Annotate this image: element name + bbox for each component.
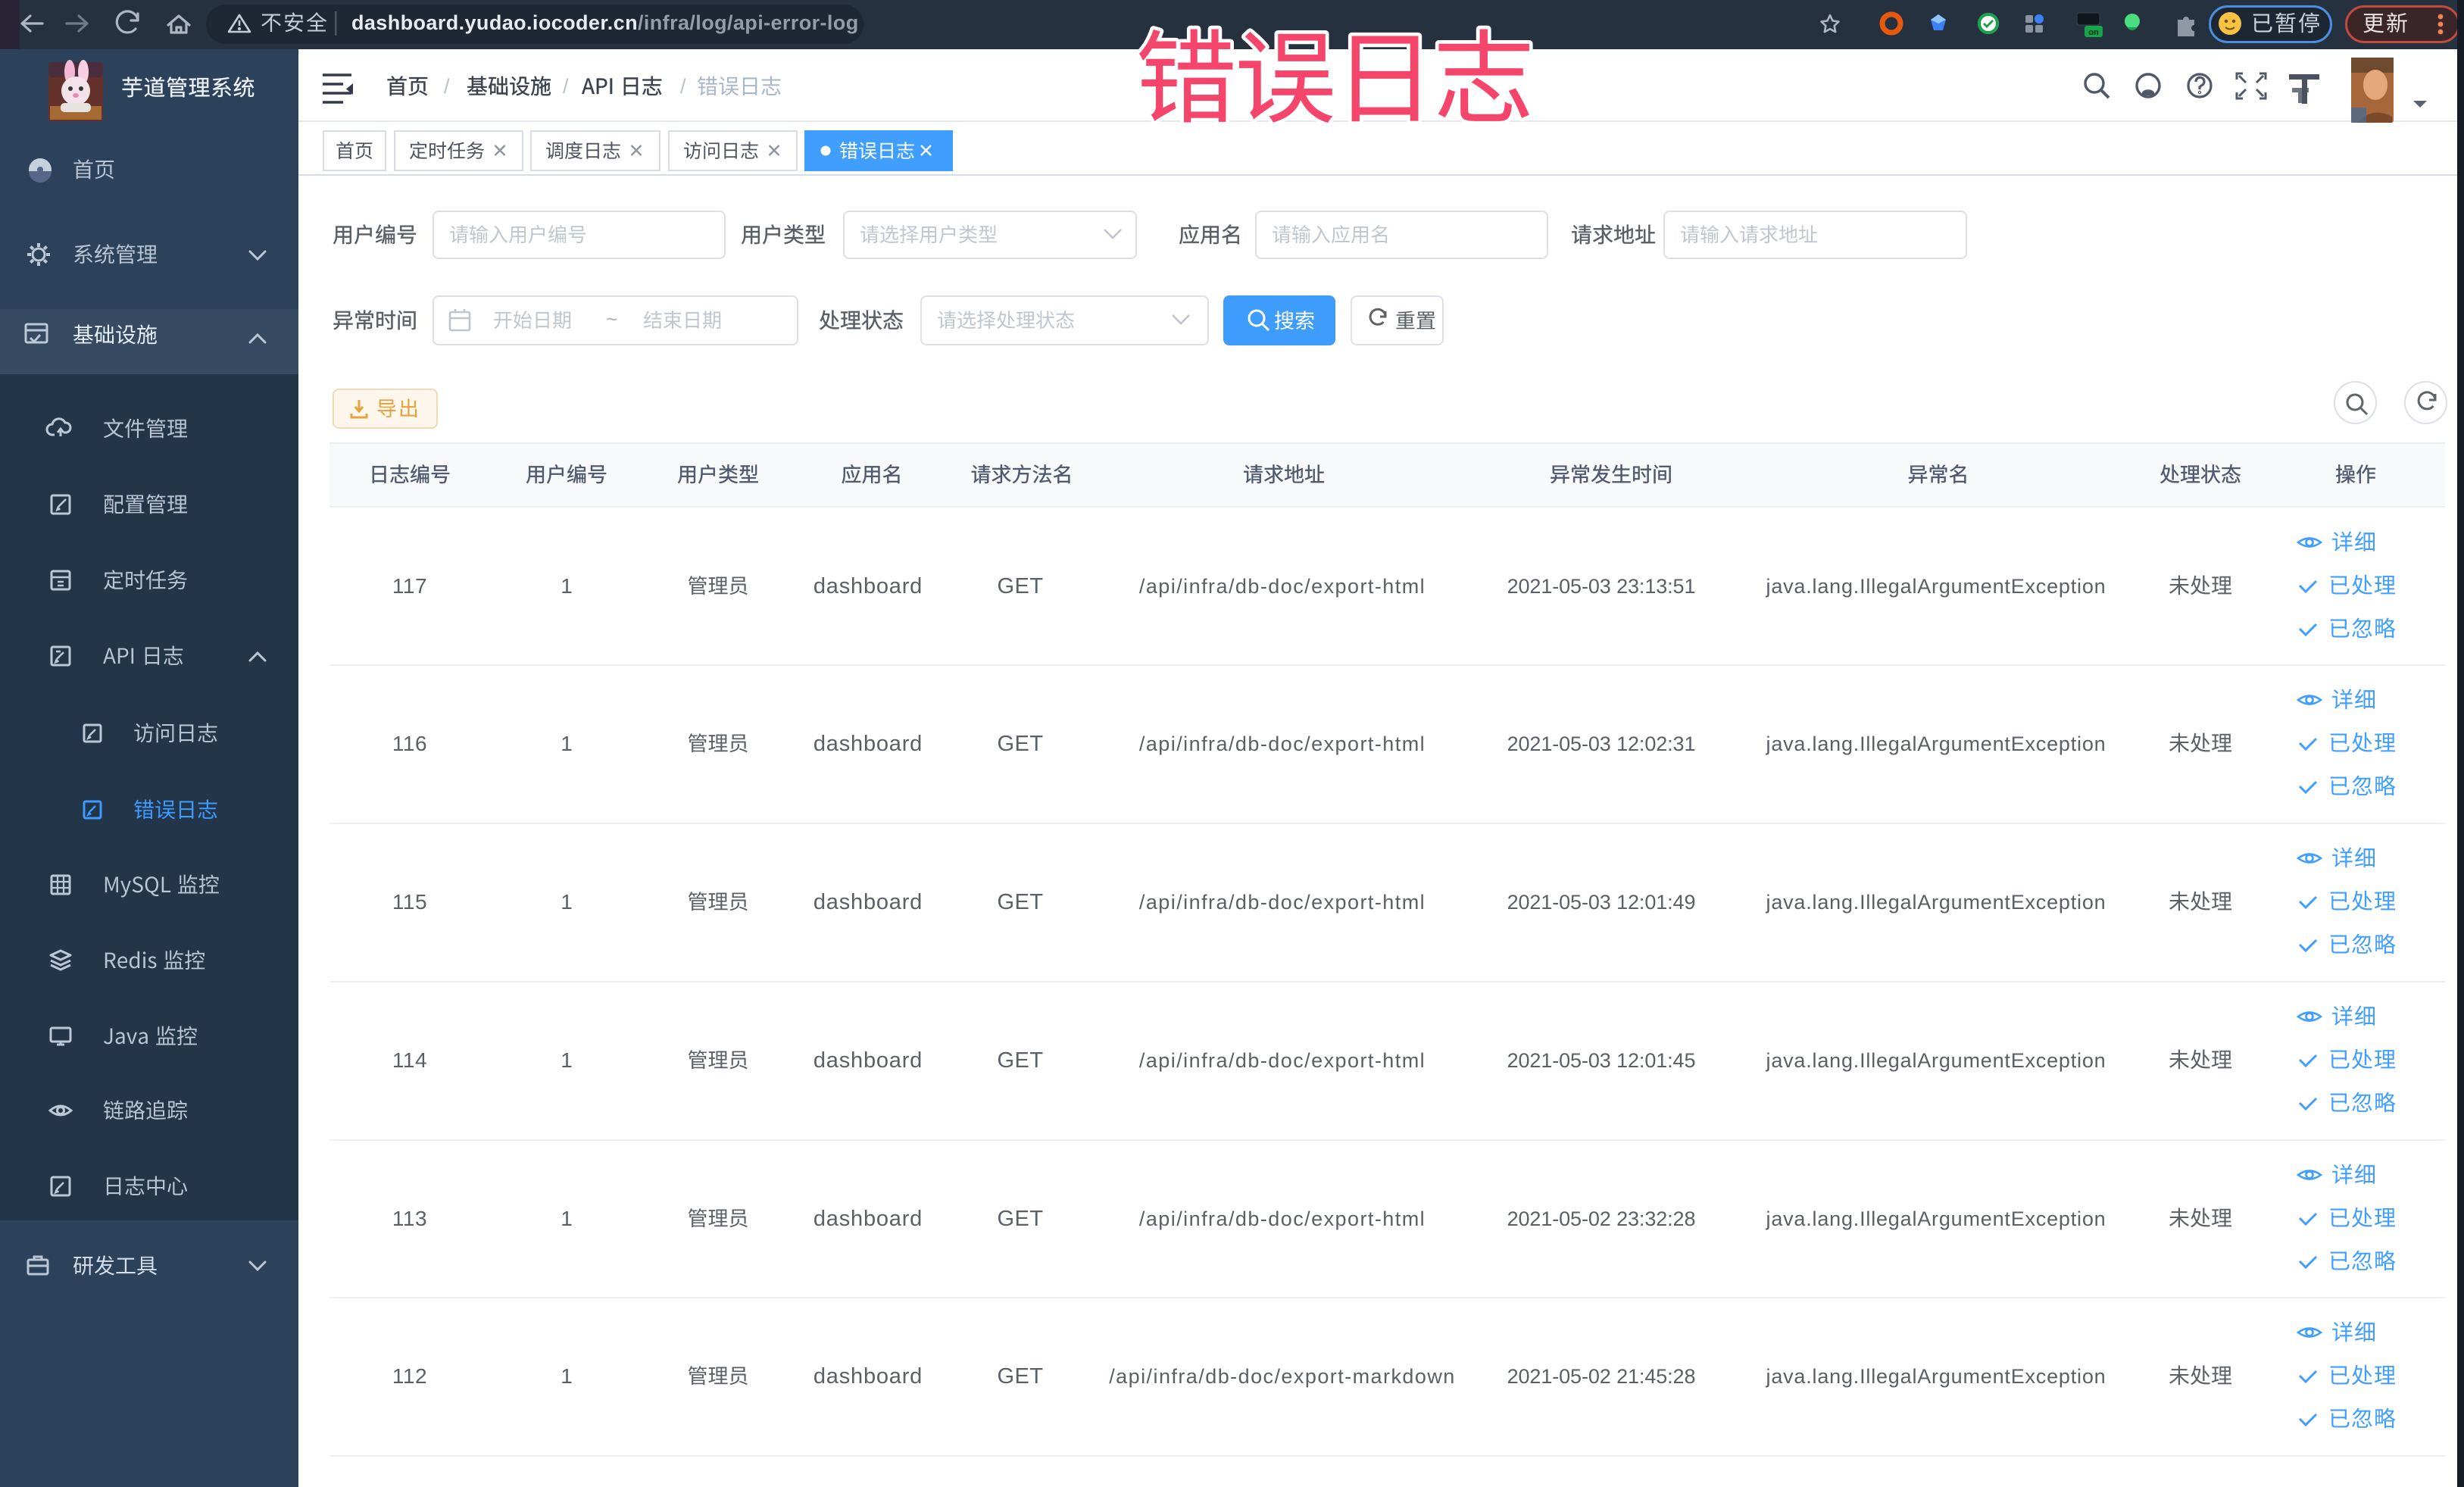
svg-text:GET: GET [997,732,1043,756]
svg-text:dashboard: dashboard [814,732,923,756]
svg-text:1: 1 [561,1364,573,1388]
svg-text:1: 1 [561,1207,573,1230]
svg-text:GET: GET [997,1364,1043,1389]
svg-text:/api/infra/db-doc/export-markd: /api/infra/db-doc/export-markdown [1109,1365,1456,1388]
svg-text:java.lang.IllegalArgumentExcep: java.lang.IllegalArgumentException [1766,733,2106,755]
svg-text:/api/infra/db-doc/export-html: /api/infra/db-doc/export-html [1139,1207,1426,1230]
svg-text:2021-05-03 23:13:51: 2021-05-03 23:13:51 [1507,575,1696,598]
svg-text:/: / [680,75,686,98]
svg-text:java.lang.IllegalArgumentExcep: java.lang.IllegalArgumentException [1766,1207,2106,1230]
svg-text:2021-05-03 12:01:45: 2021-05-03 12:01:45 [1507,1049,1696,1072]
svg-text:/api/infra/db-doc/export-html: /api/infra/db-doc/export-html [1139,575,1426,598]
svg-text:1: 1 [561,1048,573,1072]
svg-text:~: ~ [606,308,617,330]
svg-text:112: 112 [392,1364,427,1388]
svg-text:java.lang.IllegalArgumentExcep: java.lang.IllegalArgumentException [1766,1365,2106,1388]
svg-text:dashboard: dashboard [814,1048,923,1073]
svg-text:/api/infra/db-doc/export-html: /api/infra/db-doc/export-html [1139,1049,1426,1072]
svg-text:GET: GET [997,1207,1043,1231]
svg-text:GET: GET [997,574,1043,598]
svg-text:1: 1 [561,574,573,598]
svg-text:2021-05-03 12:02:31: 2021-05-03 12:02:31 [1507,733,1696,755]
svg-text:1: 1 [561,890,573,914]
svg-text:/api/infra/db-doc/export-html: /api/infra/db-doc/export-html [1139,733,1426,755]
svg-text:dashboard: dashboard [814,574,923,598]
svg-text:/: / [563,75,569,98]
svg-text:/api/infra/db-doc/export-html: /api/infra/db-doc/export-html [1139,891,1426,914]
svg-text:2021-05-03 12:01:49: 2021-05-03 12:01:49 [1507,891,1696,914]
svg-text:114: 114 [392,1048,427,1072]
svg-text:java.lang.IllegalArgumentExcep: java.lang.IllegalArgumentException [1766,575,2106,598]
svg-text:java.lang.IllegalArgumentExcep: java.lang.IllegalArgumentException [1766,1049,2106,1072]
svg-text:2021-05-02 21:45:28: 2021-05-02 21:45:28 [1507,1365,1696,1388]
svg-text:dashboard: dashboard [814,890,923,914]
svg-text:115: 115 [392,890,427,914]
svg-text:/: / [444,75,450,98]
svg-text:dashboard: dashboard [814,1207,923,1231]
svg-text:on: on [2088,28,2099,37]
svg-text:GET: GET [997,1048,1043,1073]
svg-text:dashboard.yudao.iocoder.cn/inf: dashboard.yudao.iocoder.cn/infra/log/api… [351,11,859,34]
svg-text:116: 116 [392,732,427,755]
svg-text:GET: GET [997,890,1043,914]
svg-text:2021-05-02 23:32:28: 2021-05-02 23:32:28 [1507,1207,1696,1230]
svg-text:117: 117 [392,574,427,598]
svg-text:dashboard: dashboard [814,1364,923,1389]
svg-text:1: 1 [561,732,573,755]
svg-text:java.lang.IllegalArgumentExcep: java.lang.IllegalArgumentException [1766,891,2106,914]
svg-text:113: 113 [392,1207,427,1230]
